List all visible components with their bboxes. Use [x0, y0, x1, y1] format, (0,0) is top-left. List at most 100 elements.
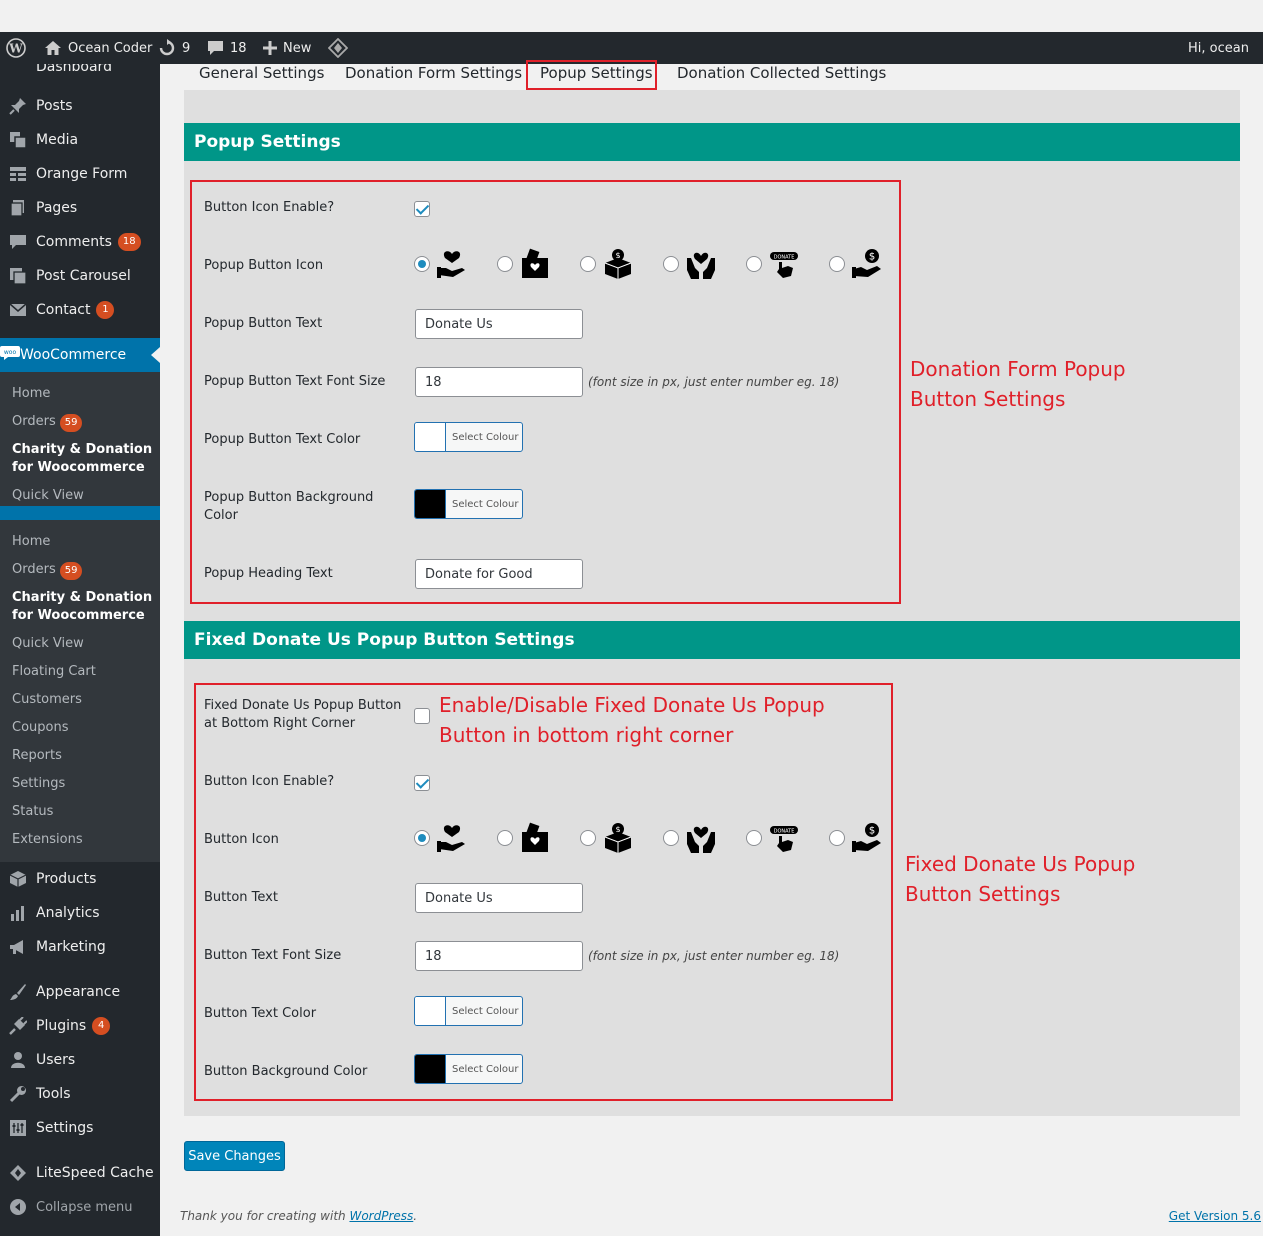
fixed-button-text-input[interactable]: Donate Us [415, 883, 583, 913]
icon-radio-6[interactable] [829, 830, 845, 846]
popup-bg-color-picker[interactable]: Select Colour [414, 489, 523, 519]
icon-radio-5[interactable] [746, 256, 762, 272]
plus-icon [263, 41, 277, 55]
popup-icon-enable-checkbox[interactable] [414, 201, 430, 217]
icon-radio-1[interactable] [414, 256, 430, 272]
menu-posts[interactable]: Posts [0, 89, 160, 123]
icon-radio-2[interactable] [497, 256, 513, 272]
site-name-link[interactable]: Ocean Coder [44, 32, 152, 64]
menu-settings[interactable]: Settings [0, 1111, 160, 1145]
svg-text:woo: woo [4, 349, 17, 356]
popup-font-size-input[interactable]: 18 [415, 367, 583, 397]
submenu-status[interactable]: Status [12, 803, 157, 821]
icon-radio-4[interactable] [663, 830, 679, 846]
active-tab-highlight [526, 60, 657, 90]
fixed-text-color-label: Button Text Color [204, 1006, 317, 1021]
submenu-settings[interactable]: Settings [12, 775, 157, 793]
menu-contact[interactable]: Contact 1 [0, 293, 160, 327]
woo-cut-bar [0, 506, 160, 520]
get-version-link[interactable]: Get Version 5.6 [1169, 1209, 1261, 1223]
submenu-home[interactable]: Home [12, 385, 157, 403]
fixed-font-size-input[interactable]: 18 [415, 941, 583, 971]
save-changes-button[interactable]: Save Changes [184, 1141, 285, 1171]
wordpress-logo-icon[interactable]: W [6, 32, 26, 64]
menu-post-carousel[interactable]: Post Carousel [0, 259, 160, 293]
fixed-button-settings-heading: Fixed Donate Us Popup Button Settings [184, 621, 1240, 659]
plugins-badge: 4 [92, 1017, 111, 1035]
tab-general-settings[interactable]: General Settings [199, 64, 324, 82]
comments-badge: 18 [117, 233, 141, 251]
popup-font-size-hint: (font size in px, just enter number eg. … [588, 375, 840, 389]
fixed-icon-enable-checkbox[interactable] [414, 775, 430, 791]
submenu-customers[interactable]: Customers [12, 691, 157, 709]
icon-radio-5[interactable] [746, 830, 762, 846]
icon-radio-4[interactable] [663, 256, 679, 272]
submenu-coupons[interactable]: Coupons [12, 719, 157, 737]
menu-litespeed-label: LiteSpeed Cache [36, 1165, 154, 1181]
select-colour-label: Select Colour [452, 431, 519, 443]
icon-radio-3[interactable] [580, 256, 596, 272]
menu-products[interactable]: Products [0, 862, 160, 896]
icon-radio-6[interactable] [829, 256, 845, 272]
menu-marketing[interactable]: Marketing [0, 930, 160, 964]
submenu-orders[interactable]: Orders 59 [12, 561, 157, 580]
money-box-icon: $ [602, 822, 634, 854]
menu-pages[interactable]: Pages [0, 191, 160, 225]
new-content-link[interactable]: New [263, 32, 311, 64]
wordpress-link[interactable]: WordPress [349, 1209, 413, 1223]
fixed-font-size-hint: (font size in px, just enter number eg. … [588, 949, 840, 963]
submenu-floating-cart[interactable]: Floating Cart [12, 663, 157, 681]
fixed-settings-annotation: Fixed Donate Us Popup Button Settings [905, 849, 1135, 909]
select-colour-label: Select Colour [452, 498, 519, 510]
popup-settings-annotation: Donation Form Popup Button Settings [910, 354, 1126, 414]
submenu-extensions[interactable]: Extensions [12, 831, 157, 849]
menu-comments[interactable]: Comments 18 [0, 225, 160, 259]
menu-dashboard-label: Dashboard [36, 64, 112, 75]
submenu-orders[interactable]: Orders 59 [12, 413, 157, 432]
menu-orange-form[interactable]: Orange Form [0, 157, 160, 191]
menu-appearance[interactable]: Appearance [0, 975, 160, 1009]
comment-icon [8, 232, 28, 252]
menu-media[interactable]: Media [0, 123, 160, 157]
menu-dashboard[interactable]: Dashboard [0, 64, 160, 84]
fixed-text-color-picker[interactable]: Select Colour [414, 996, 523, 1026]
menu-appearance-label: Appearance [36, 984, 121, 1000]
fixed-bg-color-picker[interactable]: Select Colour [414, 1054, 523, 1084]
submenu-reports[interactable]: Reports [12, 747, 157, 765]
submenu-quick-view[interactable]: Quick View [12, 635, 157, 653]
updates-link[interactable]: 9 [158, 32, 190, 64]
popup-text-color-picker[interactable]: Select Colour [414, 422, 523, 452]
submenu-charity-donation[interactable]: Charity & Donation for Woocommerce [12, 589, 157, 625]
woo-submenu-2: Home Orders 59 Charity & Donation for Woo… [0, 520, 160, 862]
contact-badge: 1 [96, 301, 115, 319]
submenu-quick-view[interactable]: Quick View [12, 487, 157, 505]
account-greeting[interactable]: Hi, ocean [1188, 32, 1249, 64]
svg-text:DONATE: DONATE [774, 255, 795, 261]
comment-icon [208, 41, 223, 55]
submenu-home[interactable]: Home [12, 533, 157, 551]
select-colour-label: Select Colour [452, 1063, 519, 1075]
carousel-icon [8, 266, 28, 286]
icon-radio-3[interactable] [580, 830, 596, 846]
litespeed-icon[interactable] [328, 32, 348, 64]
tab-donation-form-settings[interactable]: Donation Form Settings [345, 64, 522, 82]
popup-heading-text-input[interactable]: Donate for Good [415, 559, 583, 589]
menu-plugins[interactable]: Plugins 4 [0, 1009, 160, 1043]
new-label: New [283, 40, 312, 56]
menu-litespeed-cache[interactable]: LiteSpeed Cache [0, 1156, 160, 1190]
popup-button-text-input[interactable]: Donate Us [415, 309, 583, 339]
icon-radio-2[interactable] [497, 830, 513, 846]
pages-icon [8, 198, 28, 218]
media-icon [8, 130, 28, 150]
collapse-menu-button[interactable]: Collapse menu [0, 1190, 160, 1224]
comments-link[interactable]: 18 [207, 32, 247, 64]
menu-tools[interactable]: Tools [0, 1077, 160, 1111]
annotation-line: Button Settings [910, 387, 1066, 411]
menu-users[interactable]: Users [0, 1043, 160, 1077]
submenu-charity-donation[interactable]: Charity & Donation for Woocommerce [12, 441, 157, 477]
fixed-enable-checkbox[interactable] [414, 708, 430, 724]
menu-analytics[interactable]: Analytics [0, 896, 160, 930]
tab-donation-collected-settings[interactable]: Donation Collected Settings [677, 64, 886, 82]
menu-woocommerce[interactable]: woo WooCommerce [0, 338, 160, 372]
icon-radio-1[interactable] [414, 830, 430, 846]
